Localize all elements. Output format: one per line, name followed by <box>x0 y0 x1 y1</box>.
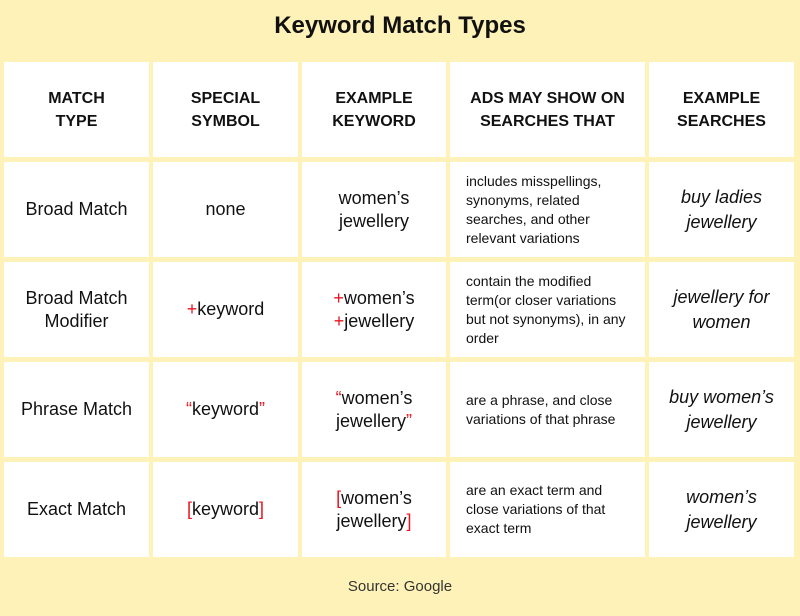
keyword-line: jewellery <box>336 510 407 531</box>
keyword-line: jewellery <box>335 410 406 431</box>
symbol-cell: “keyword” <box>153 362 298 457</box>
keyword-line: women’s <box>341 387 413 408</box>
description-cell: are a phrase, and close variations of th… <box>450 362 645 457</box>
source-caption: Source: Google <box>347 578 453 595</box>
header-line: MATCH <box>48 89 105 107</box>
symbol-text: none <box>205 199 246 219</box>
description-cell: contain the modified term(or closer vari… <box>450 262 645 357</box>
symbol-text: keyword <box>197 299 265 319</box>
header-line: SEARCHES <box>677 112 766 130</box>
symbol-suffix: ” <box>259 399 266 419</box>
match-types-table: MATCH TYPE SPECIAL SYMBOL EXAMPLE KEYWORD A… <box>4 62 794 557</box>
header-line: KEYWORD <box>332 112 416 130</box>
keyword-cell: [women’s jewellery] <box>302 462 446 557</box>
symbol-cell: +keyword <box>153 262 298 357</box>
symbol-text: keyword <box>191 399 260 419</box>
symbol-text: keyword <box>191 499 260 519</box>
match-type-cell: Broad Match <box>4 162 149 257</box>
keyword-line: jewellery <box>344 310 415 331</box>
header-match-type: MATCH TYPE <box>4 62 149 157</box>
keyword-line: women’s <box>341 487 412 508</box>
keyword-prefix: + <box>333 310 345 331</box>
match-type-cell: Exact Match <box>4 462 149 557</box>
keyword-line: women’s <box>338 187 410 208</box>
keyword-line: women’s <box>343 287 415 308</box>
header-line: SPECIAL <box>190 89 261 107</box>
description-cell: are an exact term and close variations o… <box>450 462 645 557</box>
example-search-cell: women’s jewellery <box>649 462 794 557</box>
keyword-line: jewellery <box>338 210 409 231</box>
example-search-cell: buy women’s jewellery <box>649 362 794 457</box>
keyword-cell: +women’s +jewellery <box>302 262 446 357</box>
header-line: EXAMPLE <box>682 89 761 107</box>
match-type-cell: Phrase Match <box>4 362 149 457</box>
symbol-suffix: ] <box>259 499 265 519</box>
header-line: SYMBOL <box>191 112 260 130</box>
header-ads-may-show: ADS MAY SHOW ON SEARCHES THAT <box>450 62 645 157</box>
example-search-cell: jewellery for women <box>649 262 794 357</box>
keyword-prefix: + <box>333 287 344 308</box>
header-line: SEARCHES THAT <box>480 112 615 130</box>
keyword-suffix: ] <box>406 510 412 531</box>
keyword-suffix: ” <box>406 410 412 431</box>
match-type-cell: Broad Match Modifier <box>4 262 149 357</box>
header-line: TYPE <box>55 112 98 130</box>
keyword-cell: women’s jewellery <box>302 162 446 257</box>
example-search-cell: buy ladies jewellery <box>649 162 794 257</box>
page-title: Keyword Match Types <box>274 12 526 39</box>
keyword-cell: “women’s jewellery” <box>302 362 446 457</box>
header-example-searches: EXAMPLE SEARCHES <box>649 62 794 157</box>
symbol-cell: [keyword] <box>153 462 298 557</box>
header-line: EXAMPLE <box>335 89 413 107</box>
symbol-cell: none <box>153 162 298 257</box>
header-special-symbol: SPECIAL SYMBOL <box>153 62 298 157</box>
header-example-keyword: EXAMPLE KEYWORD <box>302 62 446 157</box>
description-cell: includes misspellings, synonyms, related… <box>450 162 645 257</box>
header-line: ADS MAY SHOW ON <box>470 89 625 107</box>
symbol-prefix: + <box>186 299 198 319</box>
